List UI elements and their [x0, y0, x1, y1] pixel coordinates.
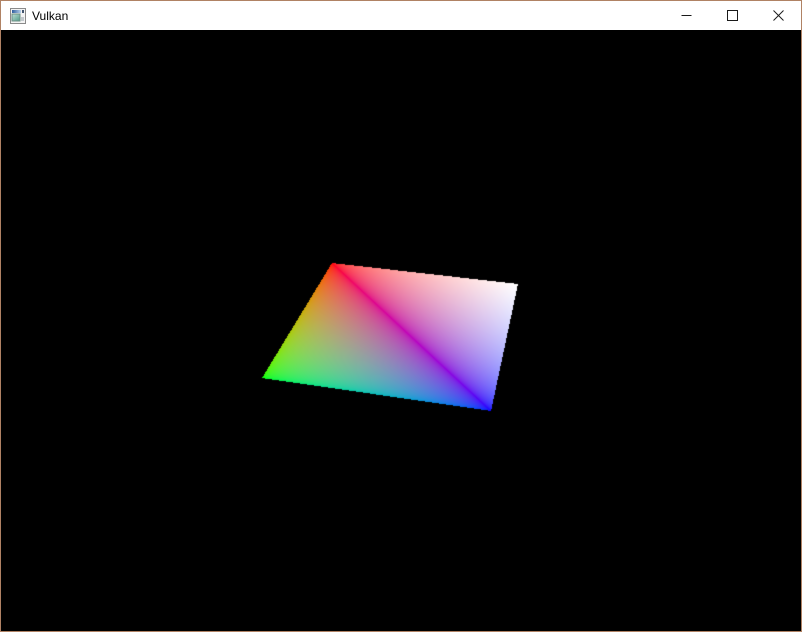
maximize-icon [726, 10, 738, 21]
vulkan-render-viewport [1, 30, 801, 631]
window-title: Vulkan [32, 8, 69, 23]
app-icon[interactable] [10, 7, 26, 24]
maximize-button[interactable] [709, 1, 755, 30]
titlebar[interactable]: Vulkan [1, 1, 801, 30]
minimize-button[interactable] [663, 1, 709, 30]
close-button[interactable] [755, 1, 801, 30]
close-icon [772, 10, 784, 21]
window-controls [663, 1, 801, 30]
vulkan-window: Vulkan [0, 0, 802, 632]
minimize-icon [681, 15, 691, 16]
